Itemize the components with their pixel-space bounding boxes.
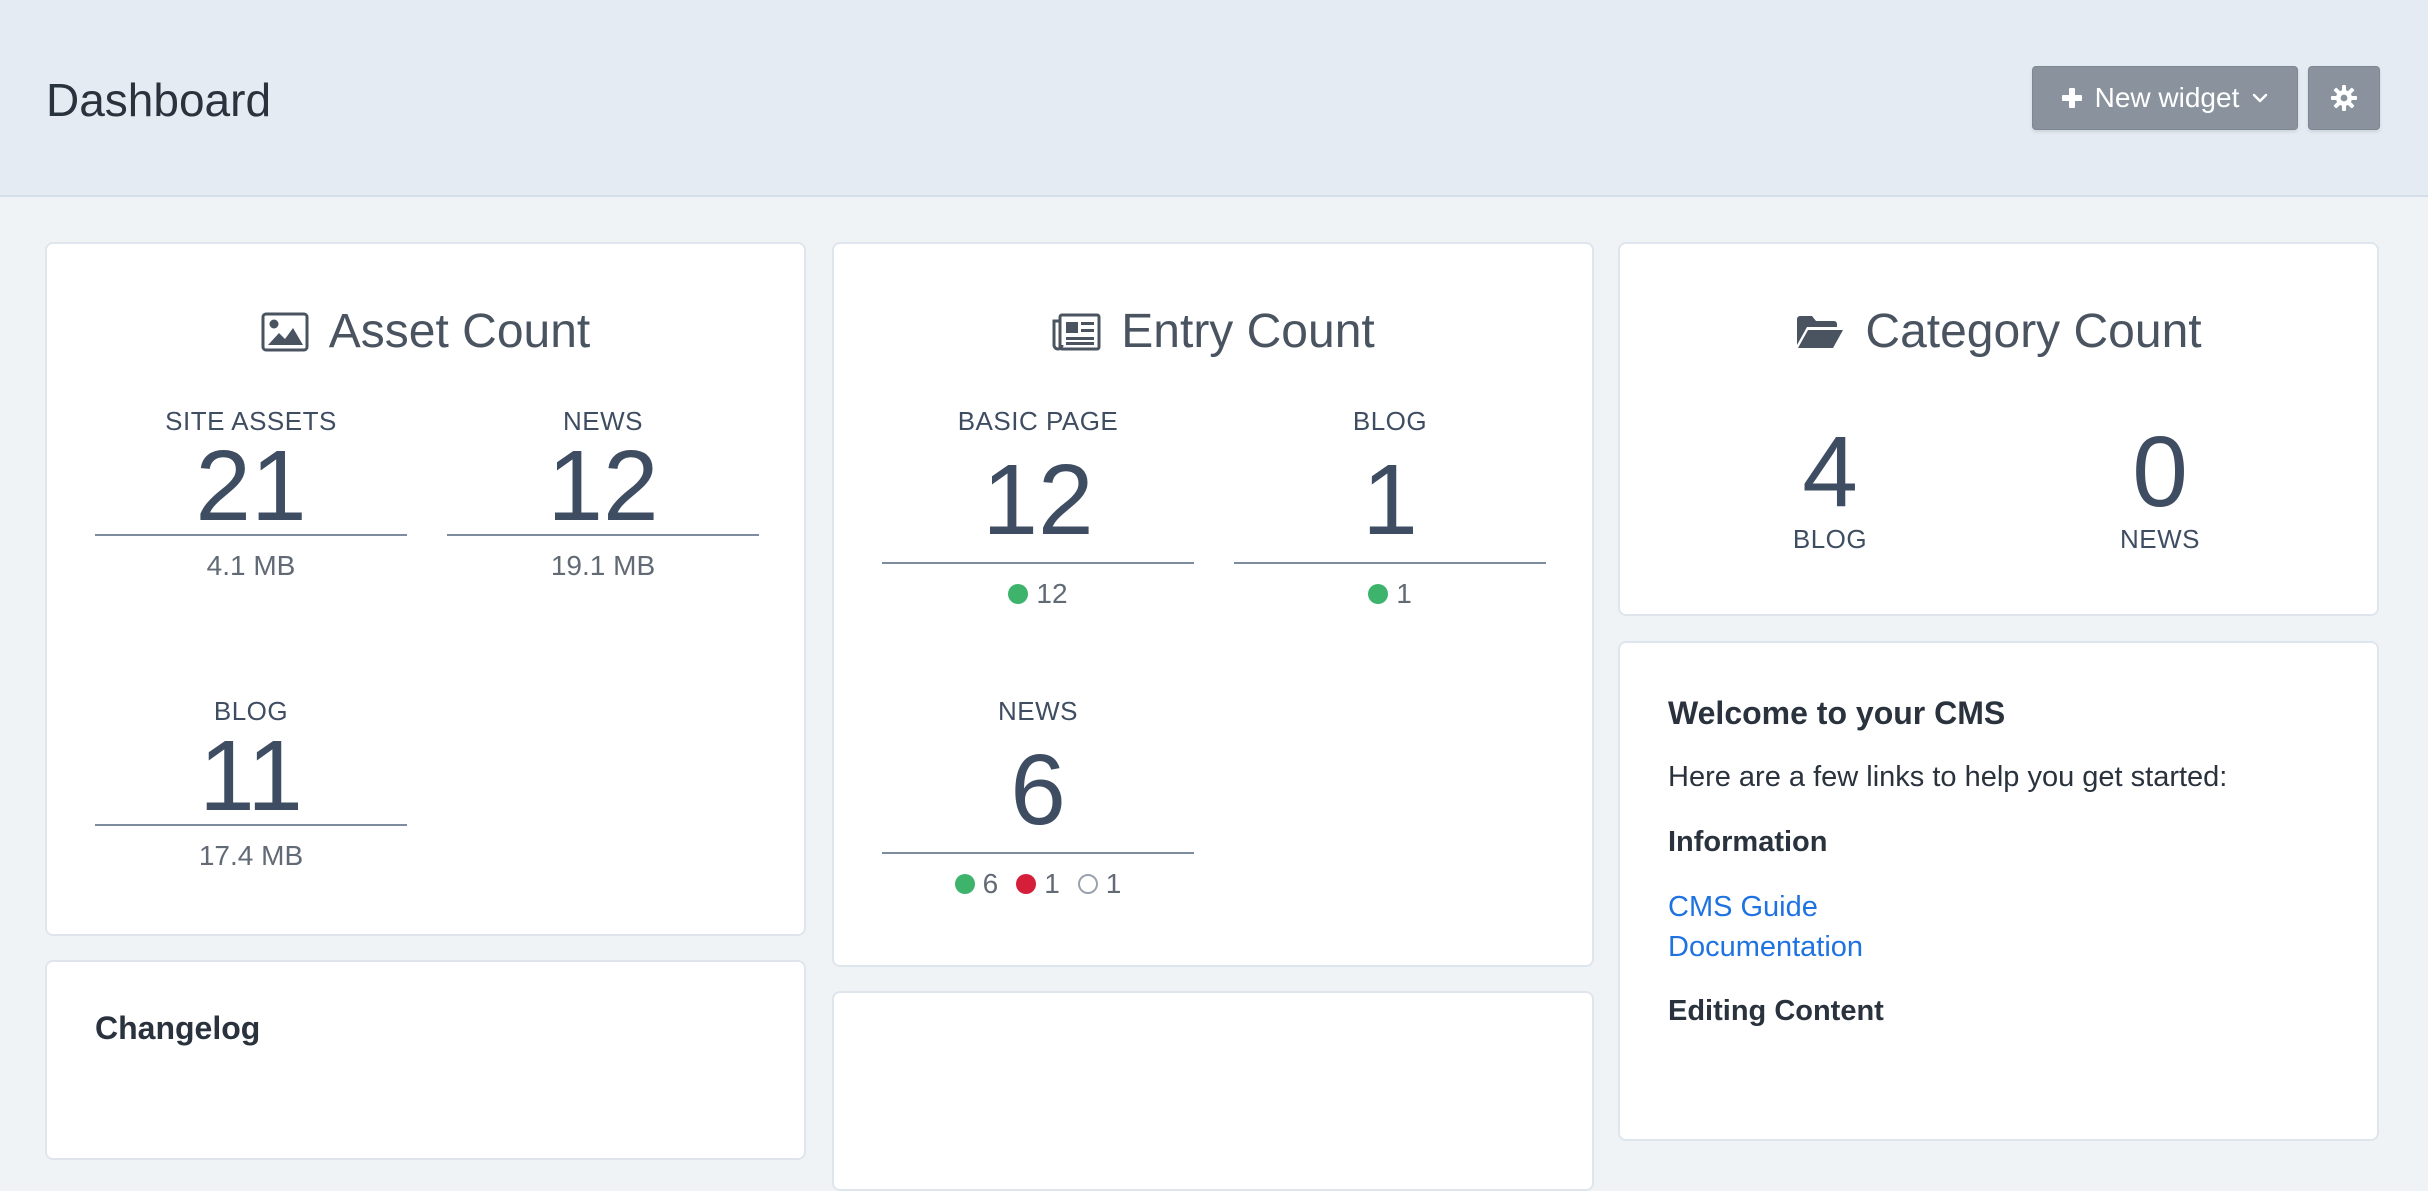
live-count: 12 bbox=[1036, 578, 1068, 609]
status-disabled: 1 bbox=[1077, 868, 1122, 900]
newspaper-icon bbox=[1051, 313, 1101, 351]
divider bbox=[882, 852, 1194, 854]
asset-stat: SITE ASSETS 21 4.1 MB bbox=[95, 406, 407, 582]
pending-count: 1 bbox=[1044, 868, 1060, 899]
chevron-down-icon bbox=[2251, 89, 2269, 107]
category-group-stat: 4 BLOG bbox=[1680, 422, 1980, 554]
settings-button[interactable] bbox=[2308, 66, 2380, 130]
entry-count: 12 bbox=[982, 444, 1094, 556]
widget-title-text: Category Count bbox=[1865, 305, 2202, 358]
editing-content-heading: Editing Content bbox=[1668, 995, 1884, 1027]
widget-title: Category Count bbox=[1620, 302, 2377, 362]
live-status-dot bbox=[1368, 584, 1389, 604]
section-stat: BLOG 1 1 bbox=[1234, 406, 1546, 610]
changelog-widget: Changelog bbox=[45, 960, 806, 1160]
status-row: 12 bbox=[882, 578, 1194, 610]
status-pending: 1 bbox=[1016, 868, 1060, 900]
asset-stat: NEWS 12 19.1 MB bbox=[447, 406, 759, 582]
category-count: 4 bbox=[1802, 416, 1858, 528]
category-group-label: NEWS bbox=[2120, 524, 2200, 554]
section-stat: BASIC PAGE 12 12 bbox=[882, 406, 1194, 610]
disabled-count: 1 bbox=[1105, 868, 1122, 899]
live-count: 1 bbox=[1396, 578, 1412, 609]
welcome-widget: Welcome to your CMS Here are a few links… bbox=[1618, 641, 2379, 1141]
widget-title: Asset Count bbox=[47, 302, 804, 362]
cms-guide-link[interactable]: CMS Guide bbox=[1668, 891, 1818, 924]
gear-icon bbox=[2330, 84, 2358, 112]
asset-size: 4.1 MB bbox=[206, 550, 296, 581]
widget-title: Changelog bbox=[95, 1010, 261, 1046]
entry-count-widget: Entry Count BASIC PAGE 12 12 BLOG 1 1 NE… bbox=[832, 242, 1594, 967]
asset-stat: BLOG 11 17.4 MB bbox=[95, 696, 407, 872]
section-label: BASIC PAGE bbox=[957, 406, 1119, 436]
widget-title-text: Asset Count bbox=[328, 305, 591, 358]
folder-open-icon bbox=[1795, 313, 1845, 351]
welcome-title: Welcome to your CMS bbox=[1668, 695, 2006, 731]
category-count: 0 bbox=[2132, 416, 2188, 528]
plus-icon bbox=[2061, 87, 2083, 109]
page-title: Dashboard bbox=[46, 74, 272, 126]
status-row: 6 1 1 bbox=[882, 868, 1194, 900]
category-group-label: BLOG bbox=[1792, 524, 1868, 554]
divider bbox=[1234, 562, 1546, 564]
asset-count-widget: Asset Count SITE ASSETS 21 4.1 MB NEWS 1… bbox=[45, 242, 806, 936]
new-widget-label: New widget bbox=[2094, 82, 2240, 113]
image-icon bbox=[261, 312, 309, 352]
widget-card bbox=[832, 991, 1594, 1191]
status-live: 1 bbox=[1368, 578, 1412, 610]
asset-count: 11 bbox=[199, 720, 303, 832]
status-live: 6 bbox=[954, 868, 999, 900]
asset-count: 21 bbox=[195, 430, 307, 542]
entry-count: 6 bbox=[1010, 734, 1066, 846]
widget-title: Entry Count bbox=[834, 302, 1592, 362]
asset-size: 19.1 MB bbox=[550, 550, 656, 581]
category-count-widget: Category Count 4 BLOG 0 NEWS bbox=[1618, 242, 2379, 616]
divider bbox=[882, 562, 1194, 564]
section-label: NEWS bbox=[998, 696, 1078, 726]
disabled-status-dot bbox=[1077, 874, 1098, 894]
asset-count: 12 bbox=[547, 430, 659, 542]
section-label: BLOG bbox=[1352, 406, 1428, 436]
asset-size: 17.4 MB bbox=[198, 840, 304, 871]
pending-status-dot bbox=[1016, 874, 1037, 894]
entry-count: 1 bbox=[1362, 444, 1418, 556]
live-status-dot bbox=[954, 874, 975, 894]
page-header: Dashboard New widget bbox=[0, 0, 2428, 197]
documentation-link[interactable]: Documentation bbox=[1668, 931, 1863, 964]
welcome-intro: Here are a few links to help you get sta… bbox=[1668, 761, 2228, 793]
live-count: 6 bbox=[982, 868, 999, 899]
section-stat: NEWS 6 6 1 1 bbox=[882, 696, 1194, 900]
widget-title-text: Entry Count bbox=[1121, 305, 1375, 358]
information-heading: Information bbox=[1668, 826, 1828, 858]
status-row: 1 bbox=[1234, 578, 1546, 610]
live-status-dot bbox=[1008, 584, 1029, 604]
category-group-stat: 0 NEWS bbox=[2010, 422, 2310, 554]
status-live: 12 bbox=[1008, 578, 1068, 610]
new-widget-button[interactable]: New widget bbox=[2032, 66, 2298, 130]
